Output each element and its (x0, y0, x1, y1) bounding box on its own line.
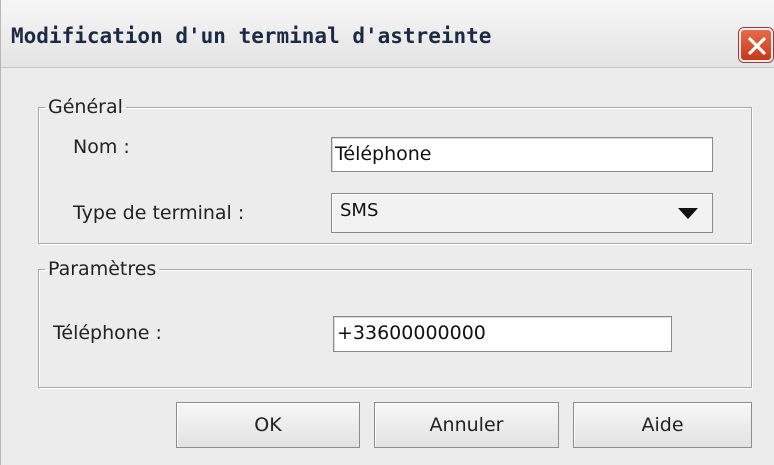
title-bar[interactable]: Modification d'un terminal d'astreinte (1, 0, 774, 68)
general-legend: Général (48, 96, 123, 118)
cancel-button[interactable]: Annuler (374, 402, 559, 448)
terminal-type-value: SMS (340, 200, 379, 221)
name-label: Nom : (73, 136, 130, 158)
close-button[interactable] (739, 28, 773, 62)
terminal-type-label: Type de terminal : (73, 202, 245, 224)
phone-input[interactable]: +33600000000 (333, 316, 672, 352)
dialog-window: Modification d'un terminal d'astreinte G… (0, 0, 774, 465)
close-icon (748, 37, 766, 55)
name-input[interactable]: Téléphone (331, 137, 713, 172)
ok-button[interactable]: OK (176, 402, 360, 448)
terminal-type-select[interactable]: SMS (331, 193, 713, 233)
help-button[interactable]: Aide (573, 402, 752, 448)
chevron-down-icon (678, 208, 698, 219)
window-title: Modification d'un terminal d'astreinte (11, 24, 492, 48)
phone-label: Téléphone : (53, 322, 162, 344)
parameters-legend: Paramètres (48, 258, 157, 280)
